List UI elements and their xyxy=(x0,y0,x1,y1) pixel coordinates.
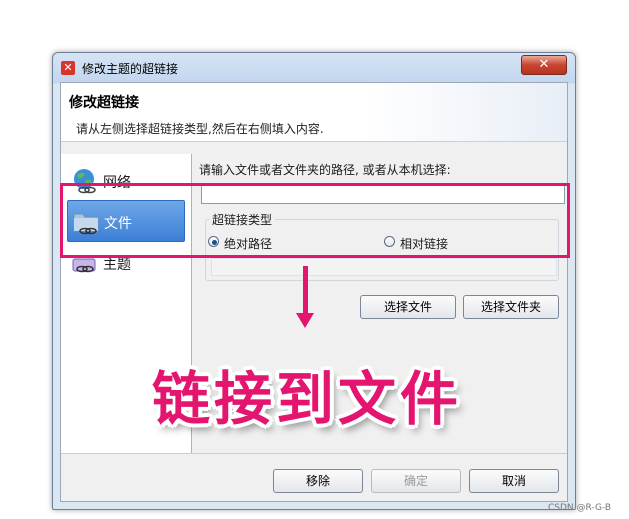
highlight-box xyxy=(60,183,570,258)
remove-button[interactable]: 移除 xyxy=(273,469,363,493)
dialog-header: 修改超链接 请从左侧选择超链接类型,然后在右侧填入内容. xyxy=(61,83,567,142)
title-bar[interactable]: ✕ 修改主题的超链接 ✕ xyxy=(53,53,575,81)
header-description: 请从左侧选择超链接类型,然后在右侧填入内容. xyxy=(76,122,324,136)
app-logo-icon: ✕ xyxy=(61,61,75,75)
annotation-caption: 链接到文件 xyxy=(152,365,463,433)
arrow-down-icon xyxy=(296,313,314,328)
close-button[interactable]: ✕ xyxy=(521,55,567,75)
choose-folder-button[interactable]: 选择文件夹 xyxy=(463,295,559,319)
link-type-group-inner xyxy=(211,258,557,276)
choose-file-button[interactable]: 选择文件 xyxy=(360,295,456,319)
dialog-body: 修改超链接 请从左侧选择超链接类型,然后在右侧填入内容. 网络 文件 主题 请输… xyxy=(60,82,568,502)
arrow-shaft xyxy=(303,266,308,316)
footer-divider xyxy=(61,453,567,454)
header-title: 修改超链接 xyxy=(69,95,139,111)
hyperlink-dialog: ✕ 修改主题的超链接 ✕ 修改超链接 请从左侧选择超链接类型,然后在右侧填入内容… xyxy=(52,52,576,510)
watermark: CSDN @R-G-B xyxy=(548,503,612,513)
path-label: 请输入文件或者文件夹的路径, 或者从本机选择: xyxy=(199,163,451,177)
cancel-button[interactable]: 取消 xyxy=(469,469,559,493)
ok-button[interactable]: 确定 xyxy=(371,469,461,493)
window-title: 修改主题的超链接 xyxy=(82,62,179,76)
